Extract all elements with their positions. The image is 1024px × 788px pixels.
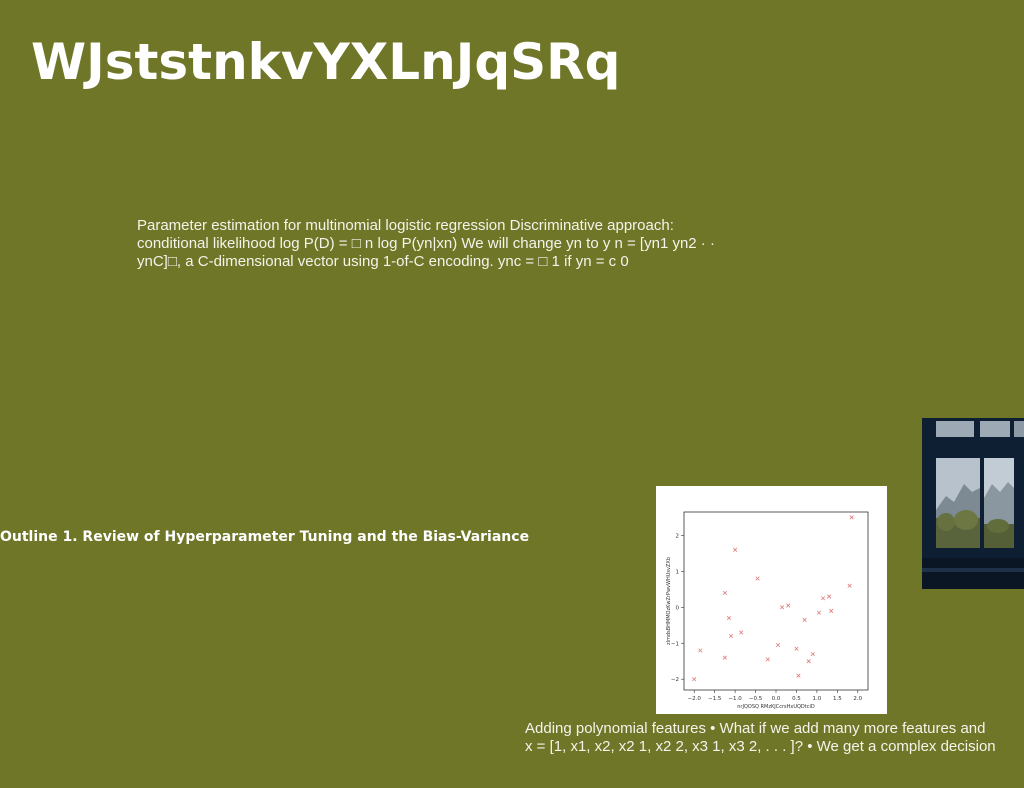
data-point [733, 547, 738, 552]
caption-line-1: Adding polynomial features • What if we … [525, 720, 986, 737]
data-point [722, 655, 727, 660]
data-point [765, 657, 770, 662]
data-point [775, 642, 781, 648]
plot-frame [683, 511, 869, 691]
data-point [829, 608, 834, 613]
x-tick-label: 0.5 [792, 696, 801, 702]
data-point [722, 590, 727, 595]
x-tick-label: 0.0 [772, 696, 781, 702]
x-tick-label: 2.0 [853, 696, 862, 702]
data-point [786, 603, 791, 608]
x-tick-label: −1.0 [728, 696, 742, 702]
window-photo-image [922, 418, 1024, 589]
body-paragraph: Parameter estimation for multinomial log… [137, 217, 715, 270]
data-point [755, 576, 760, 581]
y-tick-label: 0 [676, 605, 680, 611]
data-point [780, 605, 785, 610]
data-point [728, 633, 734, 639]
data-point [698, 648, 703, 653]
outline-heading: Outline 1. Review of Hyperparameter Tuni… [0, 529, 530, 545]
y-tick-label: −1 [671, 641, 679, 647]
x-tick-label: −0.5 [749, 696, 763, 702]
data-point [794, 646, 799, 651]
x-tick-label: 1.5 [833, 696, 842, 702]
data-point [726, 615, 732, 621]
data-point [810, 651, 815, 657]
y-tick-label: −2 [671, 677, 679, 683]
data-point [820, 596, 826, 601]
data-point [692, 677, 697, 682]
data-point [796, 673, 801, 678]
y-axis-label: zlmdsBHMMOzKwZrPwvWHUsvZXb [666, 557, 672, 645]
scatter-plot-svg: −2.0 −1.5 −1.0 −0.5 0.0 0.5 1.0 1.5 2.0 −2 −1 0 1 2 nr… [666, 511, 869, 710]
data-point [849, 515, 854, 520]
caption-line-2: x = [1, x1, x2, x2 1, x2 2, x3 1, x3 2, … [525, 738, 996, 755]
x-tick-label: 1.0 [813, 696, 822, 702]
data-point [827, 594, 832, 599]
data-point [739, 630, 744, 635]
data-point [816, 610, 822, 615]
x-axis-label: nrJQOSQ RMzKJCcrsHxUQDtciD [737, 704, 815, 710]
caption-text: Adding polynomial features • What if we … [525, 720, 1024, 756]
data-point [802, 617, 807, 622]
y-tick-label: 2 [676, 533, 680, 539]
slide-title: WJststnkvYXLnJqSRq [31, 33, 621, 91]
scatter-plot: −2.0 −1.5 −1.0 −0.5 0.0 0.5 1.0 1.5 2.0 −2 −1 0 1 2 nr… [656, 486, 887, 714]
x-tick-label: −2.0 [688, 696, 702, 702]
y-tick-label: 1 [676, 569, 680, 575]
data-point [806, 659, 811, 664]
window-view-photo [922, 418, 1024, 589]
data-point [847, 583, 852, 588]
x-tick-label: −1.5 [708, 696, 722, 702]
